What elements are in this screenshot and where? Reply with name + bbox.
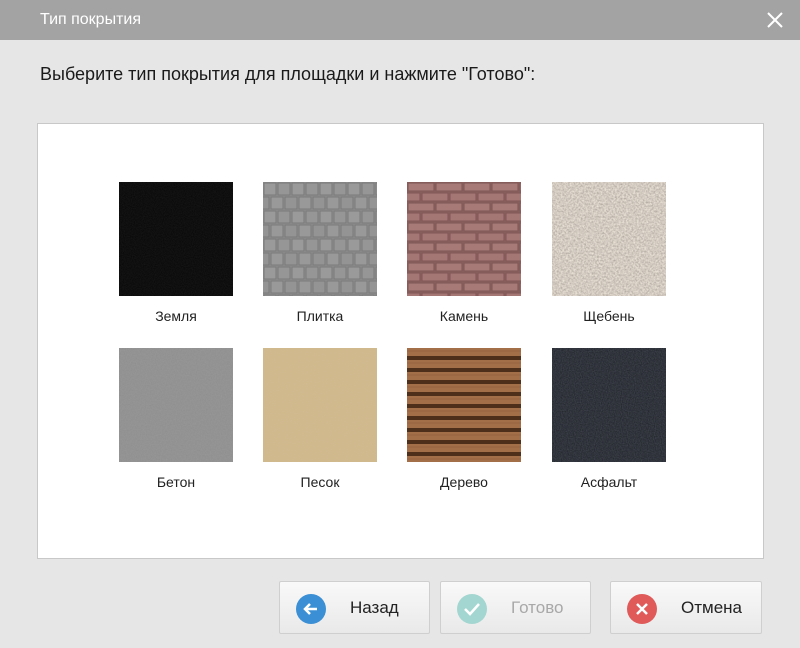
surface-option-soil[interactable]: Земля (119, 182, 233, 324)
surface-label: Плитка (296, 308, 344, 324)
instruction-text: Выберите тип покрытия для площадки и наж… (40, 64, 536, 84)
surface-option-stone[interactable]: Камень (407, 182, 521, 324)
concrete-swatch (119, 348, 233, 462)
stone-swatch (407, 182, 521, 296)
surface-option-wood[interactable]: Дерево (407, 348, 521, 490)
arrow-left-icon (296, 594, 326, 624)
soil-swatch (119, 182, 233, 296)
back-button[interactable]: Назад (279, 581, 430, 634)
surface-option-sand[interactable]: Песок (263, 348, 377, 490)
close-icon[interactable] (764, 9, 786, 31)
cancel-button[interactable]: Отмена (610, 581, 762, 634)
window-title: Тип покрытия (40, 11, 142, 28)
surface-label: Бетон (156, 474, 196, 490)
surface-option-tiles[interactable]: Плитка (263, 182, 377, 324)
surface-label: Земля (155, 308, 197, 324)
done-button[interactable]: Готово (440, 581, 591, 634)
tiles-swatch (263, 182, 377, 296)
surface-grid-panel: Земля Плитка Камень Щебень Бетон Песок Д… (37, 123, 764, 559)
gravel-swatch (552, 182, 666, 296)
done-button-label: Готово (511, 598, 564, 617)
cancel-button-label: Отмена (681, 598, 742, 617)
x-circle-icon (627, 594, 657, 624)
surface-option-gravel[interactable]: Щебень (552, 182, 666, 324)
surface-label: Щебень (583, 308, 635, 324)
title-bar: Тип покрытия (0, 0, 800, 40)
sand-swatch (263, 348, 377, 462)
check-icon (457, 594, 487, 624)
surface-label: Дерево (440, 474, 488, 490)
asphalt-swatch (552, 348, 666, 462)
surface-option-asphalt[interactable]: Асфальт (552, 348, 666, 490)
surface-option-concrete[interactable]: Бетон (119, 348, 233, 490)
surface-label: Песок (300, 474, 340, 490)
surface-label: Камень (439, 308, 489, 324)
back-button-label: Назад (350, 598, 399, 617)
surface-label: Асфальт (580, 474, 638, 490)
wood-swatch (407, 348, 521, 462)
